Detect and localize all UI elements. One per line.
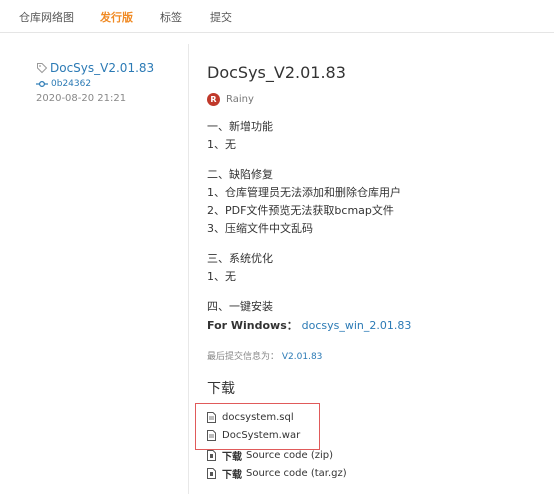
release-date: 2020-08-20 21:21 <box>36 93 127 104</box>
tab-bar: 仓库网络图 发行版 标签 提交 <box>0 0 554 33</box>
section-heading-bug-fixes: 二、缺陷修复 <box>207 168 273 181</box>
note-line: 1、仓库管理员无法添加和删除仓库用户 <box>207 186 401 199</box>
download-source-targz[interactable]: 下载 Source code (tar.gz) <box>207 466 347 481</box>
section-heading-install: 四、一键安装 <box>207 300 273 313</box>
release-body: DocSys_V2.01.83 R Rainy 一、新增功能 1、无 二、缺陷修… <box>207 62 547 481</box>
author[interactable]: R Rainy <box>207 93 254 106</box>
note-line: 1、无 <box>207 270 236 283</box>
download-prefix: 下载 <box>222 452 242 463</box>
note-line: 3、压缩文件中文乱码 <box>207 222 313 235</box>
release-title: DocSys_V2.01.83 <box>207 63 346 82</box>
file-name[interactable]: Source code (tar.gz) <box>246 468 347 479</box>
commit-icon <box>36 80 48 88</box>
note-line: 1、无 <box>207 138 236 151</box>
tab-repo-graph[interactable]: 仓库网络图 <box>19 9 74 25</box>
windows-install-line: For Windows： docsys_win_2.01.83 <box>207 317 411 333</box>
tab-commits[interactable]: 提交 <box>210 9 232 25</box>
note-line: 2、PDF文件预览无法获取bcmap文件 <box>207 204 394 217</box>
tag-icon <box>37 63 48 74</box>
download-prefix: 下载 <box>222 470 242 481</box>
section-heading-new-features: 一、新增功能 <box>207 120 273 133</box>
tag-link[interactable]: DocSys_V2.01.83 <box>36 60 186 76</box>
tab-releases[interactable]: 发行版 <box>100 9 133 25</box>
tag-name[interactable]: DocSys_V2.01.83 <box>50 61 154 75</box>
section-heading-optimizations: 三、系统优化 <box>207 252 273 265</box>
author-name[interactable]: Rainy <box>226 94 254 105</box>
commit-link[interactable]: 0b24362 <box>36 78 186 90</box>
last-commit-link[interactable]: V2.01.83 <box>282 352 323 362</box>
last-commit-label: 最后提交信息为： <box>207 352 280 362</box>
last-commit-line: 最后提交信息为： V2.01.83 <box>207 349 322 362</box>
download-heading: 下载 <box>207 381 235 397</box>
tab-tags[interactable]: 标签 <box>160 9 182 25</box>
avatar: R <box>207 93 220 106</box>
windows-file-link[interactable]: docsys_win_2.01.83 <box>302 319 412 332</box>
archive-icon <box>207 450 216 461</box>
archive-icon <box>207 468 216 479</box>
file-name[interactable]: Source code (zip) <box>246 450 333 461</box>
download-source-zip[interactable]: 下载 Source code (zip) <box>207 448 333 463</box>
highlight-box <box>195 403 320 450</box>
release-meta: DocSys_V2.01.83 0b24362 2020-08-20 21:21 <box>36 60 186 104</box>
commit-hash[interactable]: 0b24362 <box>51 79 91 89</box>
column-divider <box>188 44 189 494</box>
windows-label: For Windows： <box>207 319 298 332</box>
